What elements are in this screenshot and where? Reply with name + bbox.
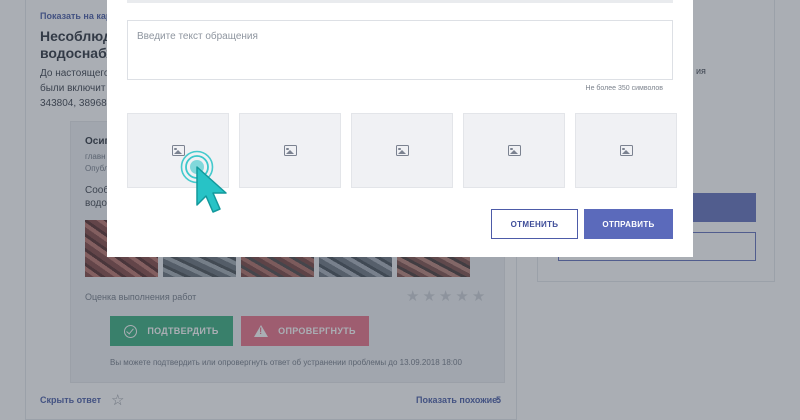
image-icon <box>283 145 297 156</box>
image-icon <box>507 145 521 156</box>
photo-upload-slot-3[interactable] <box>351 113 453 188</box>
message-textarea[interactable] <box>127 20 673 80</box>
appeal-modal: Не более 350 символов ОТМЕНИТЬ ОТПРАВИТЬ <box>107 0 693 257</box>
mouse-cursor-icon <box>196 166 227 213</box>
char-limit-hint: Не более 350 символов <box>585 85 663 92</box>
photo-upload-slot-4[interactable] <box>463 113 565 188</box>
send-button[interactable]: ОТПРАВИТЬ <box>584 209 673 239</box>
image-icon <box>395 145 409 156</box>
cancel-button[interactable]: ОТМЕНИТЬ <box>491 209 578 239</box>
previous-field-edge <box>127 0 673 3</box>
image-icon <box>619 145 633 156</box>
photo-upload-slot-2[interactable] <box>239 113 341 188</box>
photo-upload-slot-5[interactable] <box>575 113 677 188</box>
